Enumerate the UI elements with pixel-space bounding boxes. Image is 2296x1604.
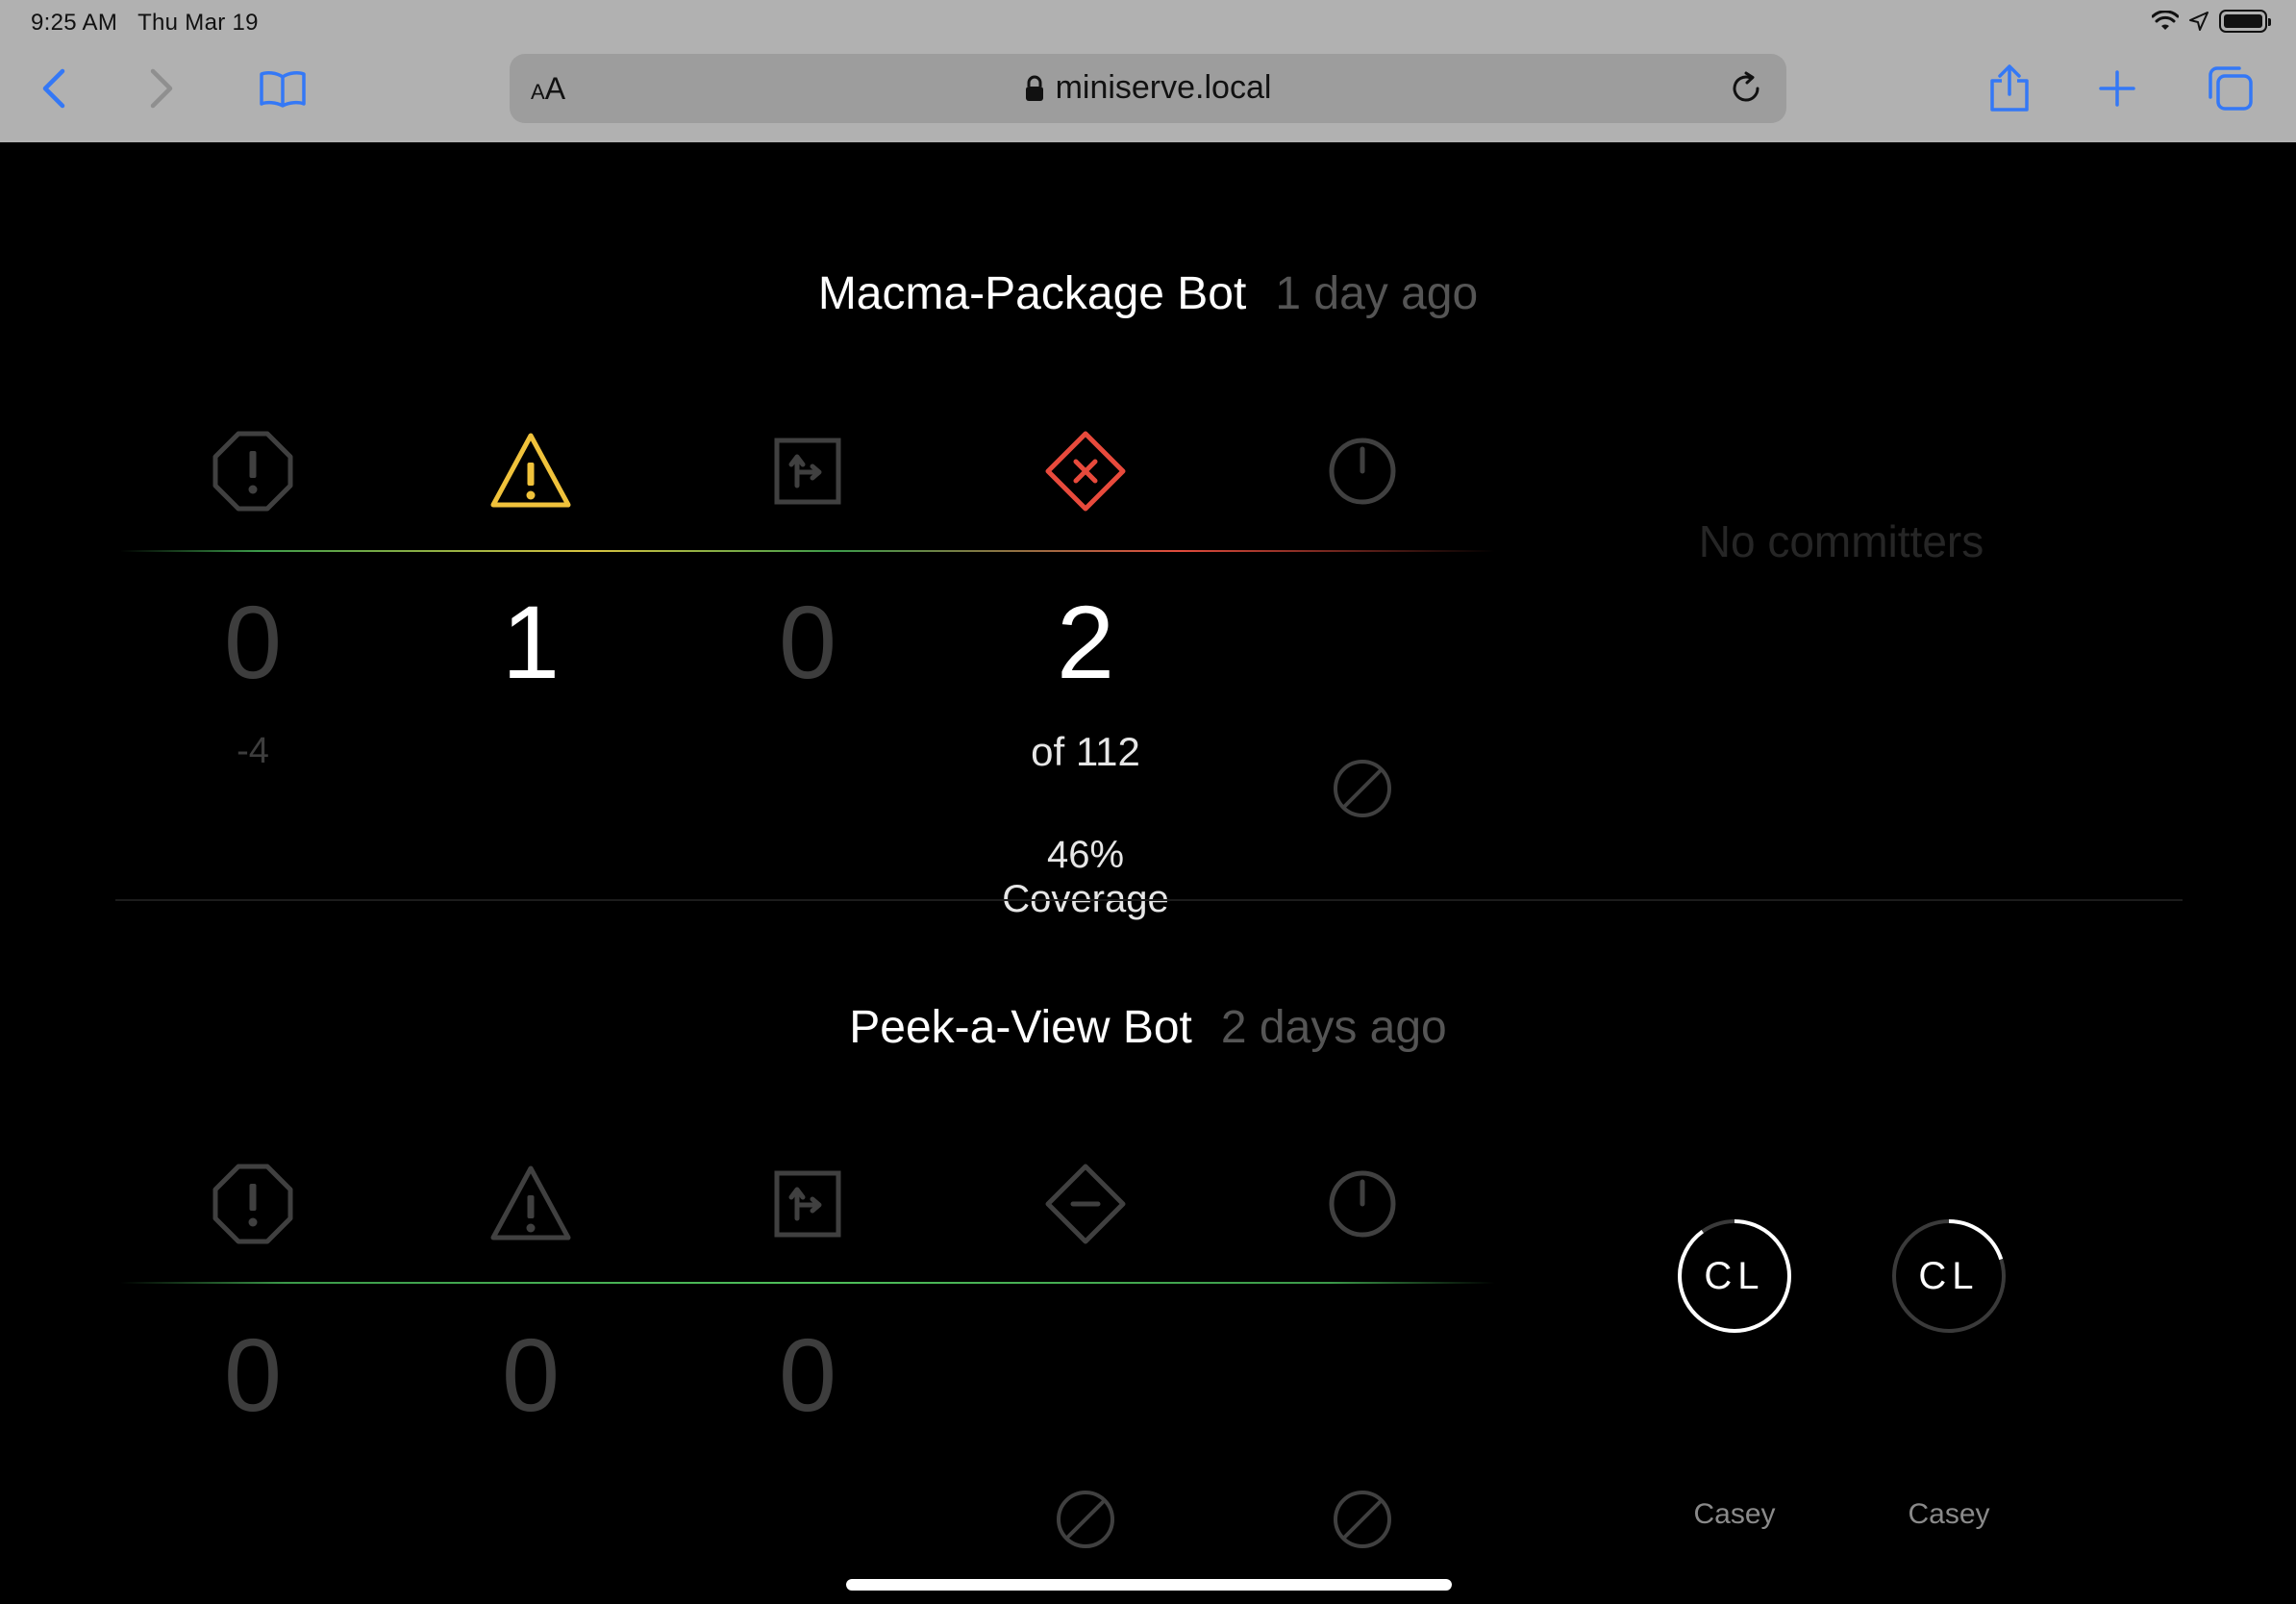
bot-name: Peek-a-View Bot [849, 1002, 1192, 1053]
home-indicator[interactable] [846, 1579, 1452, 1591]
tabs-icon [2209, 66, 2253, 111]
bot-name: Macma-Package Bot [817, 268, 1247, 319]
new-tab-button[interactable] [2088, 60, 2146, 117]
reload-button[interactable] [1729, 71, 1763, 111]
bot-divider [115, 899, 2183, 901]
battery-icon [2219, 10, 2271, 33]
bot-title[interactable]: Macma-Package Bot 1 day ago [0, 267, 2296, 320]
clock-icon [1305, 1146, 1420, 1262]
forward-button[interactable] [133, 60, 190, 117]
error-octagon-icon [195, 414, 311, 529]
plus-icon [2099, 70, 2135, 107]
share-icon [1990, 64, 2029, 112]
address-bar[interactable]: AA miniserve.local [510, 54, 1786, 123]
committer-name: Casey [1693, 1498, 1776, 1530]
errors-delta: -4 [237, 731, 269, 771]
error-octagon-icon [195, 1146, 311, 1262]
status-indicators [2152, 10, 2271, 33]
avatar-initials: CL [1704, 1254, 1765, 1297]
analyzer-square-icon [750, 1146, 865, 1262]
not-available-icon [1028, 1462, 1143, 1577]
location-icon [2189, 12, 2209, 31]
test-failures-count: 2 [1056, 584, 1115, 700]
tests-total: of 112 [1031, 729, 1140, 774]
warnings-count: 1 [501, 584, 561, 700]
committer-name: Casey [1908, 1498, 1990, 1530]
analyzer-count: 0 [778, 584, 837, 700]
coverage-value: 46% [1046, 834, 1125, 876]
clock-icon [1305, 414, 1420, 529]
bookmarks-button[interactable] [254, 60, 312, 117]
coverage: 46% Coverage [893, 833, 1278, 921]
avatar-initials: CL [1918, 1254, 1980, 1297]
warning-triangle-icon [473, 414, 588, 529]
warning-triangle-icon [473, 1146, 588, 1262]
wifi-icon [2152, 11, 2179, 30]
analyzer-count: 0 [778, 1316, 837, 1433]
url-text: miniserve.local [1055, 69, 1272, 106]
tabs-overview-button[interactable] [2202, 60, 2259, 117]
warnings-count: 0 [501, 1316, 561, 1433]
book-icon [260, 71, 306, 108]
reload-icon [1733, 71, 1759, 102]
errors-count: 0 [223, 584, 283, 700]
bot-time-ago: 1 day ago [1275, 268, 1479, 319]
bot-time-ago: 2 days ago [1220, 1002, 1447, 1053]
errors-count: 0 [223, 1316, 283, 1433]
not-available-icon [1305, 731, 1420, 846]
chevron-left-icon [42, 68, 65, 109]
no-committers-text: No committers [1698, 516, 1984, 566]
back-button[interactable] [25, 60, 83, 117]
test-diamond-icon [1028, 1146, 1143, 1262]
test-failure-diamond-icon [1028, 414, 1143, 529]
committer-avatar[interactable]: CL [1890, 1217, 2008, 1335]
analyzer-square-icon [750, 414, 865, 529]
status-gradient-line [120, 1282, 1495, 1284]
committer-avatar[interactable]: CL [1676, 1217, 1793, 1335]
status-date: Thu Mar 19 [137, 10, 259, 36]
share-button[interactable] [1981, 60, 2038, 117]
browser-chrome: 9:25 AM Thu Mar 19 AA miniserve.local [0, 0, 2296, 142]
status-gradient-line [120, 550, 1495, 552]
not-available-icon [1305, 1462, 1420, 1577]
lock-icon [1025, 75, 1043, 101]
status-time: 9:25 AM Thu Mar 19 [31, 10, 259, 37]
chevron-right-icon [150, 68, 173, 109]
dashboard: Macma-Package Bot 1 day ago No committer… [0, 142, 2296, 1604]
url-display: miniserve.local [510, 69, 1786, 107]
clock-time: 9:25 AM [31, 10, 118, 36]
bot-title[interactable]: Peek-a-View Bot 2 days ago [0, 1001, 2296, 1054]
